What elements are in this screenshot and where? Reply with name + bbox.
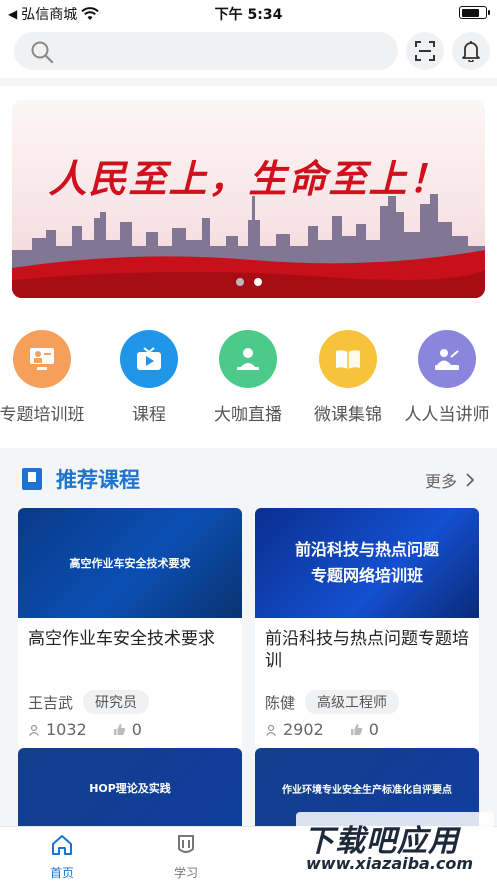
thumbs-up-icon: [350, 724, 362, 735]
battery-fill: [461, 8, 480, 17]
study-icon: [178, 835, 194, 853]
course-card[interactable]: HOP理论及实践: [18, 748, 242, 828]
course-stats: 1032 0: [18, 714, 242, 749]
menu-item-microclass[interactable]: 微课集锦: [298, 330, 398, 425]
menu-label: 课程: [132, 405, 166, 425]
home-icon: [52, 835, 72, 855]
more-link[interactable]: 更多: [425, 468, 475, 492]
search-input[interactable]: [14, 32, 398, 70]
author-name: 王吉武: [28, 693, 74, 712]
menu-item-lecturer[interactable]: 人人当讲师: [397, 330, 497, 425]
author-title-badge: 高级工程师: [305, 690, 400, 714]
chevron-right-icon: [466, 473, 475, 487]
menu-label: 人人当讲师: [404, 405, 490, 425]
course-card[interactable]: 前沿科技与热点问题 专题网络培训班 前沿科技与热点问题专题培训 陈健 高级工程师…: [255, 508, 479, 749]
open-book-icon: [319, 330, 377, 388]
lecturer-icon: [418, 330, 476, 388]
author-name: 陈健: [265, 693, 296, 712]
menu-item-training-class[interactable]: 专题培训班: [0, 330, 92, 425]
battery-icon: [459, 6, 490, 19]
course-thumbnail: 高空作业车安全技术要求: [18, 508, 242, 618]
carousel-dot[interactable]: [235, 278, 244, 286]
notification-button[interactable]: [452, 32, 490, 70]
thumbs-up-icon: [113, 724, 125, 735]
course-title: 高空作业车安全技术要求: [28, 629, 215, 649]
menu-item-courses[interactable]: 课程: [99, 330, 199, 425]
user-icon: [29, 724, 39, 736]
watermark-logo: 下载吧应用 www.xiazaiba.com: [296, 812, 494, 880]
user-icon: [266, 724, 276, 736]
like-count: 0: [368, 720, 379, 739]
course-title: 前沿科技与热点问题专题培训: [265, 629, 469, 671]
bell-icon: [462, 41, 480, 62]
search-icon: [31, 41, 54, 64]
search-header: [0, 26, 497, 78]
scan-icon: [415, 41, 435, 61]
tab-label: 首页: [49, 866, 74, 880]
thumbnail-text: 高空作业车安全技术要求: [69, 557, 191, 570]
thumbnail-text: HOP理论及实践: [89, 782, 171, 795]
menu-label: 微课集锦: [314, 405, 382, 425]
course-meta: 陈健 高级工程师: [255, 680, 479, 714]
course-meta: 王吉武 研究员: [18, 680, 242, 714]
view-count: 2902: [283, 720, 324, 739]
carousel-indicator: [12, 278, 485, 286]
status-bar: ◀ 弘信商城 下午 5:34: [0, 0, 497, 26]
training-class-icon: [13, 330, 71, 388]
tab-study[interactable]: 学习: [146, 833, 226, 881]
quick-menu: 专题培训班 课程 大咖直播 微课集锦 人人当讲师: [0, 308, 497, 448]
menu-item-live[interactable]: 大咖直播: [198, 330, 298, 425]
thumbnail-text: 作业环境专业安全生产标准化自评要点: [282, 784, 452, 796]
watermark-url: www.xiazaiba.com: [306, 854, 474, 873]
carousel-dot-active[interactable]: [253, 278, 262, 286]
bookmark-icon: [22, 468, 42, 490]
recommended-header: 推荐课程 更多: [0, 456, 497, 506]
live-speaker-icon: [219, 330, 277, 388]
recommended-section: 推荐课程 更多 高空作业车安全技术要求 高空作业车安全技术要求 王吉武 研究员 …: [0, 456, 497, 828]
tab-home[interactable]: 首页: [22, 833, 102, 881]
more-label: 更多: [424, 472, 457, 491]
author-title-badge: 研究员: [83, 690, 150, 714]
view-count: 1032: [46, 720, 87, 739]
like-count: 0: [131, 720, 142, 739]
section-title: 推荐课程: [56, 468, 140, 492]
course-stats: 2902 0: [255, 714, 479, 749]
course-thumbnail: 前沿科技与热点问题 专题网络培训班: [255, 508, 479, 618]
menu-label: 专题培训班: [0, 405, 85, 425]
city-skyline-image: [12, 194, 485, 298]
scan-button[interactable]: [406, 32, 444, 70]
tv-play-icon: [120, 330, 178, 388]
course-card[interactable]: 高空作业车安全技术要求 高空作业车安全技术要求 王吉武 研究员 1032 0: [18, 508, 242, 749]
status-time: 下午 5:34: [214, 7, 283, 23]
thumbnail-text: 前沿科技与热点问题 专题网络培训班: [294, 540, 439, 585]
menu-label: 大咖直播: [214, 405, 282, 425]
tab-label: 学习: [173, 866, 198, 880]
banner-section: 人民至上，生命至上！: [0, 86, 497, 308]
banner-carousel[interactable]: 人民至上，生命至上！: [12, 100, 485, 298]
